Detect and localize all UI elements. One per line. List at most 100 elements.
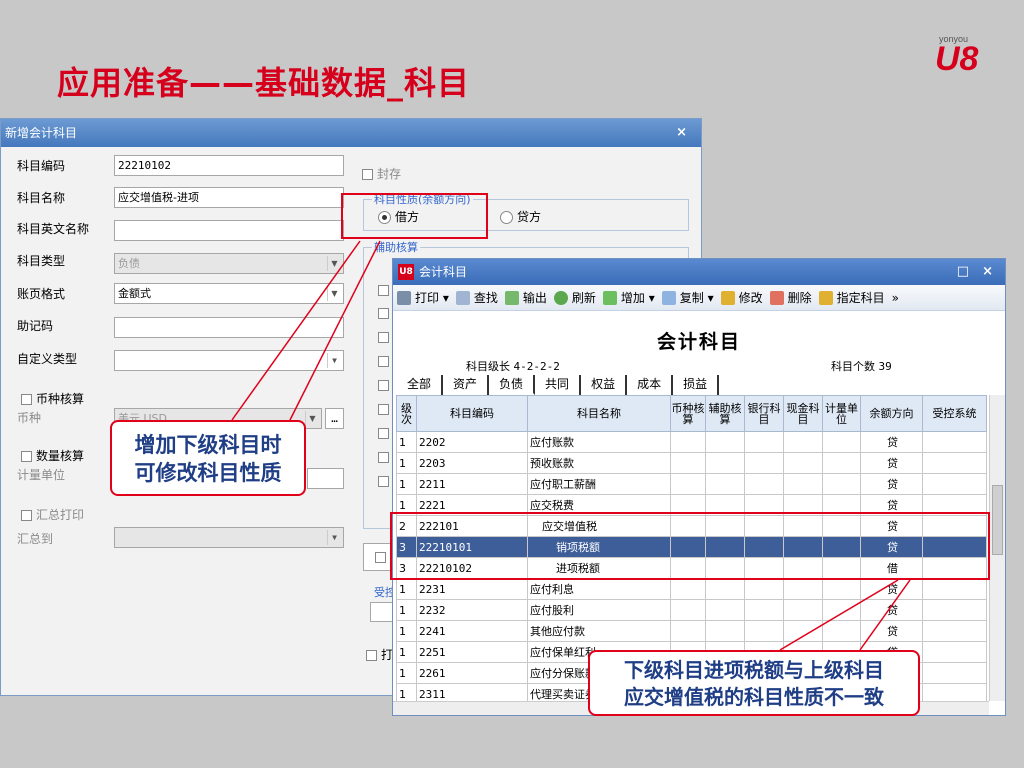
cell-direction: 贷: [860, 431, 923, 453]
copy-label: 复制: [679, 291, 704, 305]
vertical-scrollbar[interactable]: [989, 395, 1005, 701]
delete-button[interactable]: 删除: [769, 289, 812, 306]
column-header-0[interactable]: 级次: [396, 395, 417, 432]
scroll-thumb[interactable]: [992, 485, 1003, 555]
code-input[interactable]: 22210102: [114, 155, 344, 176]
cell-empty: [783, 620, 823, 642]
cell-empty: [705, 599, 745, 621]
level-label: 科目级长: [466, 360, 510, 373]
assign-account-button[interactable]: 指定科目: [818, 289, 885, 306]
table-row[interactable]: 1 2241 其他应付款 贷: [396, 620, 987, 642]
cell-empty: [922, 641, 987, 663]
print-button[interactable]: 打印 ▾: [397, 289, 449, 306]
seal-check[interactable]: 封存: [362, 165, 401, 182]
mnemonic-input[interactable]: [114, 317, 344, 338]
aux-checkbox-5[interactable]: [378, 380, 389, 391]
quantity-check[interactable]: 数量核算: [21, 447, 84, 464]
checkbox[interactable]: [362, 169, 373, 180]
cell-empty: [822, 431, 861, 453]
cell-code: 2203: [416, 452, 528, 474]
copy-button[interactable]: 复制 ▾: [661, 289, 714, 306]
tab-3[interactable]: 共同: [535, 375, 582, 395]
column-header-5[interactable]: 银行科目: [744, 395, 784, 432]
column-header-8[interactable]: 余额方向: [860, 395, 923, 432]
checkbox[interactable]: [375, 552, 386, 563]
mnemonic-label: 助记码: [17, 319, 54, 333]
ledger-select-value: 金额式: [118, 287, 151, 300]
column-header-6[interactable]: 现金科目: [783, 395, 823, 432]
unit-input[interactable]: [307, 468, 344, 489]
en-name-input[interactable]: [114, 220, 344, 241]
aux-checkbox-9[interactable]: [378, 476, 389, 487]
cell-name: 应付利息: [527, 578, 671, 600]
print-check[interactable]: 打: [366, 646, 393, 663]
column-header-3[interactable]: 币种核算: [670, 395, 706, 432]
cell-direction: 贷: [860, 578, 923, 600]
checkbox[interactable]: [21, 394, 32, 405]
close-icon[interactable]: ×: [676, 119, 687, 147]
radio[interactable]: [500, 211, 513, 224]
ledger-select[interactable]: 金额式 ▼: [114, 283, 344, 304]
controlled-select[interactable]: [370, 602, 394, 622]
aux-checkbox-3[interactable]: [378, 332, 389, 343]
table-row[interactable]: 1 2232 应付股利 贷: [396, 599, 987, 621]
add-button[interactable]: 增加 ▾: [602, 289, 655, 306]
callout-left-line2: 可修改科目性质: [134, 461, 282, 485]
cell-name: 预收账款: [527, 452, 671, 474]
summary-print-check[interactable]: 汇总打印: [21, 506, 84, 523]
tab-5[interactable]: 成本: [627, 375, 674, 395]
checkbox[interactable]: [21, 510, 32, 521]
tab-4[interactable]: 权益: [581, 375, 628, 395]
refresh-button[interactable]: 刷新: [553, 289, 596, 306]
table-header: 级次 科目编码 科目名称 币种核算 辅助核算 银行科目 现金科目 计量单位 余额方向 受控系统: [396, 395, 987, 432]
currency-check[interactable]: 币种核算: [21, 390, 84, 407]
callout-left-line1: 增加下级科目时: [134, 433, 282, 457]
aux-checkbox-8[interactable]: [378, 452, 389, 463]
table-row[interactable]: 1 2231 应付利息 贷: [396, 578, 987, 600]
credit-radio[interactable]: 贷方: [500, 208, 541, 225]
partial-field[interactable]: [363, 543, 393, 571]
cell-empty: [670, 473, 706, 495]
column-header-1[interactable]: 科目编码: [416, 395, 528, 432]
tab-6[interactable]: 损益: [673, 375, 720, 395]
cell-empty: [922, 452, 987, 474]
count-label: 科目个数: [831, 360, 875, 373]
aux-checkbox-2[interactable]: [378, 308, 389, 319]
cell-empty: [922, 578, 987, 600]
checkbox[interactable]: [21, 451, 32, 462]
column-header-4[interactable]: 辅助核算: [705, 395, 745, 432]
find-button[interactable]: 查找: [455, 289, 498, 306]
close-icon[interactable]: ×: [982, 259, 993, 285]
tab-2[interactable]: 负债: [489, 375, 536, 395]
aux-checkbox-4[interactable]: [378, 356, 389, 367]
type-select[interactable]: 负债 ▼: [114, 253, 344, 274]
edit-button[interactable]: 修改: [720, 289, 763, 306]
toolbar: 打印 ▾ 查找 输出 刷新 增加 ▾ 复制 ▾ 修改 删除 指定科目 »: [393, 285, 1005, 311]
tab-0[interactable]: 全部: [397, 375, 444, 395]
name-input[interactable]: 应交增值税-进项: [114, 187, 344, 208]
column-header-9[interactable]: 受控系统: [922, 395, 987, 432]
export-button[interactable]: 输出: [504, 289, 547, 306]
column-header-7[interactable]: 计量单位: [822, 395, 861, 432]
aux-checkbox-7[interactable]: [378, 428, 389, 439]
maximize-icon[interactable]: □: [957, 259, 969, 285]
add-icon: [602, 290, 617, 305]
export-icon: [504, 290, 519, 305]
table-row[interactable]: 1 2211 应付职工薪酬 贷: [396, 473, 987, 495]
table-row[interactable]: 1 2203 预收账款 贷: [396, 452, 987, 474]
ellipsis-button[interactable]: …: [325, 408, 344, 429]
delete-icon: [769, 290, 784, 305]
toolbar-more-button[interactable]: »: [892, 291, 899, 305]
summary-to-select[interactable]: ▼: [114, 527, 344, 548]
cell-empty: [670, 452, 706, 474]
checkbox[interactable]: [366, 650, 377, 661]
currency-check-label: 币种核算: [36, 392, 85, 406]
cell-name: 应付职工薪酬: [527, 473, 671, 495]
aux-checkbox-6[interactable]: [378, 404, 389, 415]
cell-code: 2231: [416, 578, 528, 600]
custom-type-select[interactable]: ▼: [114, 350, 344, 371]
tab-1[interactable]: 资产: [443, 375, 490, 395]
table-row[interactable]: 1 2202 应付账款 贷: [396, 431, 987, 453]
column-header-2[interactable]: 科目名称: [527, 395, 671, 432]
aux-checkbox-1[interactable]: [378, 285, 389, 296]
